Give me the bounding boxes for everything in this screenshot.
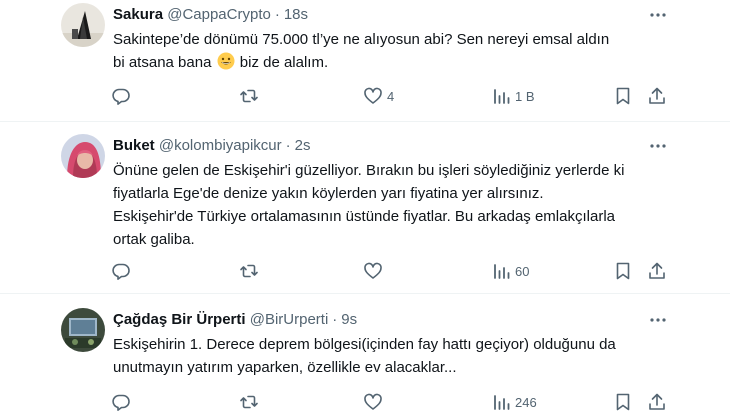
separator-dot: · <box>285 137 291 154</box>
more-icon[interactable] <box>648 310 668 330</box>
tweet-text-segment: bi atsana bana <box>113 54 212 71</box>
like-count: 4 <box>387 88 395 104</box>
views-chart-icon <box>494 89 510 104</box>
more-icon[interactable] <box>648 136 668 156</box>
retweet-icon <box>240 264 258 278</box>
share-button[interactable] <box>647 259 667 283</box>
tweet-text-line: Sakintepe’de dönümü 75.000 tl’ye ne alıy… <box>113 31 610 48</box>
share-icon <box>649 262 665 279</box>
separator-dot: · <box>332 311 338 328</box>
reply-button[interactable] <box>111 84 131 108</box>
author-handle[interactable]: @BirUrperti <box>250 311 329 328</box>
tweet-text-line: Eskişehirin 1. Derece deprem bölgesi(içi… <box>113 336 616 353</box>
separator-dot: · <box>274 6 280 23</box>
views-count: 246 <box>515 394 537 410</box>
tweet-header: Buket @kolombiyapikcur · 2s <box>113 136 310 156</box>
author-name[interactable]: Çağdaş Bir Ürperti <box>113 311 246 328</box>
like-button[interactable] <box>363 390 383 414</box>
avatar[interactable] <box>61 134 105 178</box>
tweet-header: Çağdaş Bir Ürperti @BirUrperti · 9s <box>113 310 357 330</box>
tweet[interactable]: Buket @kolombiyapikcur · 2s Önüne gelen de… <box>0 122 730 294</box>
retweet-button[interactable] <box>239 84 259 108</box>
author-handle[interactable]: @CappaCrypto <box>167 6 271 23</box>
views-button[interactable]: 246 <box>491 390 537 414</box>
grinning-face-emoji <box>217 52 235 70</box>
bookmark-button[interactable] <box>613 84 633 108</box>
more-icon[interactable] <box>648 5 668 25</box>
avatar[interactable] <box>61 3 105 47</box>
tweet[interactable]: Çağdaş Bir Ürperti @BirUrperti · 9s Eskişe… <box>0 294 730 420</box>
like-button[interactable]: 4 <box>363 84 394 108</box>
author-name[interactable]: Buket <box>113 137 155 154</box>
tweet-text-line: Önüne gelen de Eskişehir'i güzelliyor. B… <box>113 162 625 179</box>
views-chart-icon <box>494 395 510 410</box>
tweet-text: Önüne gelen de Eskişehir'i güzelliyor. B… <box>113 159 683 251</box>
avatar[interactable] <box>61 308 105 352</box>
tweet-text-line: ortak galiba. <box>113 231 195 248</box>
views-count: 1 B <box>515 88 535 104</box>
views-chart-icon <box>494 264 510 279</box>
views-button[interactable]: 60 <box>491 259 529 283</box>
bookmark-button[interactable] <box>613 390 633 414</box>
share-button[interactable] <box>647 84 667 108</box>
author-handle[interactable]: @kolombiyapikcur <box>159 137 282 154</box>
author-name[interactable]: Sakura <box>113 6 163 23</box>
tweet-text: Eskişehirin 1. Derece deprem bölgesi(içi… <box>113 333 683 379</box>
timestamp[interactable]: 9s <box>341 311 357 328</box>
timestamp[interactable]: 2s <box>295 137 311 154</box>
tweet[interactable]: Sakura @CappaCrypto · 18s Sakintepe’de dön… <box>0 0 730 122</box>
retweet-button[interactable] <box>239 390 259 414</box>
heart-icon <box>364 393 382 410</box>
tweet-text-line: fiyatlarla Ege'de denize yakın köylerden… <box>113 185 544 202</box>
tweet-header: Sakura @CappaCrypto · 18s <box>113 5 308 25</box>
retweet-button[interactable] <box>239 259 259 283</box>
share-icon <box>649 87 665 104</box>
reply-icon <box>112 88 130 105</box>
share-button[interactable] <box>647 390 667 414</box>
heart-icon <box>364 87 382 104</box>
reply-icon <box>112 263 130 280</box>
share-icon <box>649 393 665 410</box>
tweet-text: Sakintepe’de dönümü 75.000 tl’ye ne alıy… <box>113 28 683 74</box>
bookmark-icon <box>616 262 630 280</box>
tweet-actions: 246 <box>111 390 671 414</box>
reply-button[interactable] <box>111 390 131 414</box>
tweet-actions: 60 <box>111 259 671 283</box>
tweet-text-line-with-emoji: bi atsana bana biz de alalım. <box>113 51 683 74</box>
bookmark-icon <box>616 393 630 411</box>
timestamp[interactable]: 18s <box>284 6 308 23</box>
bookmark-icon <box>616 87 630 105</box>
heart-icon <box>364 262 382 279</box>
reply-icon <box>112 394 130 411</box>
reply-button[interactable] <box>111 259 131 283</box>
views-count: 60 <box>515 263 530 279</box>
tweet-text-line: Eskişehir'de Türkiye ortalamasının üstün… <box>113 208 615 225</box>
retweet-icon <box>240 89 258 103</box>
views-button[interactable]: 1 B <box>491 84 535 108</box>
tweet-text-segment: biz de alalım. <box>239 54 329 71</box>
bookmark-button[interactable] <box>613 259 633 283</box>
retweet-icon <box>240 395 258 409</box>
like-button[interactable] <box>363 259 383 283</box>
tweet-text-line: unutmayın yatırım yaparken, özellikle ev… <box>113 359 457 376</box>
tweet-actions: 4 1 B <box>111 84 671 108</box>
